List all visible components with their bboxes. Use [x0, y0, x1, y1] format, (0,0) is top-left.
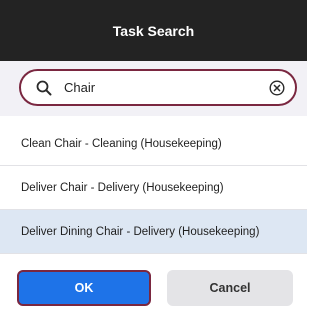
list-item[interactable]: Deliver Chair - Delivery (Housekeeping) — [0, 166, 307, 210]
search-box[interactable] — [19, 69, 297, 106]
clear-icon[interactable] — [269, 80, 285, 96]
list-item-label: Clean Chair - Cleaning (Housekeeping) — [21, 137, 222, 150]
search-input[interactable] — [64, 80, 254, 95]
cancel-button[interactable]: Cancel — [167, 270, 293, 306]
ok-button-label: OK — [74, 281, 94, 295]
ok-button[interactable]: OK — [17, 270, 151, 306]
dialog-header: Task Search — [0, 0, 307, 61]
list-item-label: Deliver Dining Chair - Delivery (Houseke… — [21, 225, 260, 238]
list-item-selected[interactable]: Deliver Dining Chair - Delivery (Houseke… — [0, 210, 307, 254]
search-icon — [36, 80, 52, 96]
search-area — [0, 61, 307, 116]
results-list: Clean Chair - Cleaning (Housekeeping) De… — [0, 122, 307, 254]
list-item[interactable]: Clean Chair - Cleaning (Housekeeping) — [0, 122, 307, 166]
cancel-button-label: Cancel — [209, 281, 251, 295]
list-item-label: Deliver Chair - Delivery (Housekeeping) — [21, 181, 224, 194]
dialog-footer: OK Cancel — [0, 260, 307, 314]
dialog-title: Task Search — [112, 22, 195, 39]
